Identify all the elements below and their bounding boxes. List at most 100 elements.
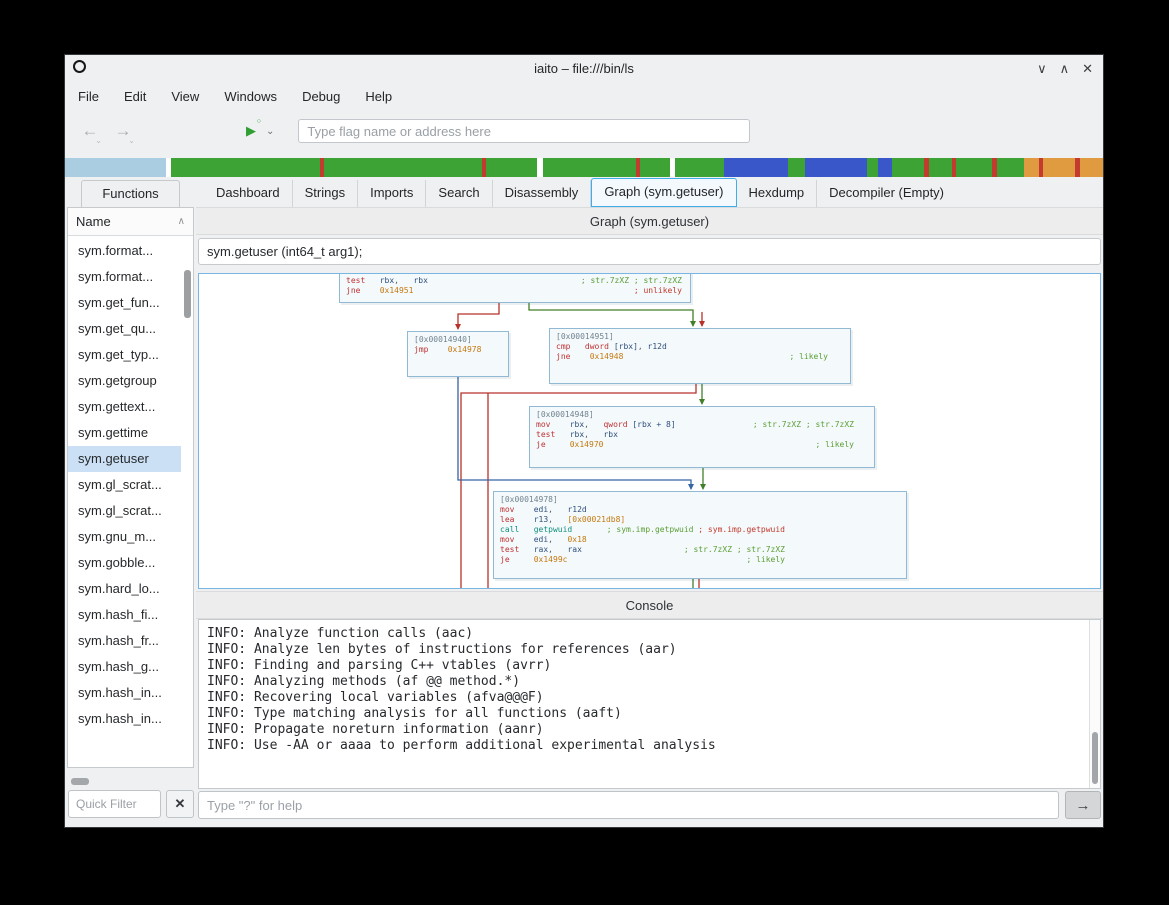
graph-panel-header: Graph (sym.getuser) bbox=[196, 207, 1103, 235]
function-item[interactable]: sym.getuser bbox=[68, 446, 181, 472]
graph-stage[interactable]: test rbx, rbx; str.7zXZ ; str.7zXZjne 0x… bbox=[198, 273, 1101, 589]
console-scrollbar-thumb[interactable] bbox=[1092, 732, 1098, 784]
memory-segment[interactable] bbox=[1080, 158, 1103, 177]
function-item[interactable]: sym.hash_g... bbox=[68, 654, 181, 680]
asm-line: cmp dword [rbx], r12d bbox=[556, 342, 844, 352]
asm-line: jne 0x14948; likely bbox=[556, 352, 844, 362]
function-item[interactable]: sym.gl_scrat... bbox=[68, 498, 181, 524]
graph-block[interactable]: [0x00014940]jmp 0x14978 bbox=[407, 331, 509, 377]
app-window: iaito – file:///bin/ls ∨ ∧ ✕ File Edit Vie… bbox=[65, 55, 1103, 827]
window-title: iaito – file:///bin/ls bbox=[65, 61, 1103, 76]
memory-segment[interactable] bbox=[324, 158, 481, 177]
sidebar: Functions Name ∧ sym.format...sym.format… bbox=[65, 177, 196, 827]
memory-map-strip[interactable] bbox=[65, 158, 1103, 177]
console-scrollbar[interactable] bbox=[1089, 620, 1100, 788]
function-item[interactable]: sym.hash_in... bbox=[68, 680, 181, 706]
chevron-down-icon: ⌄ bbox=[95, 136, 102, 145]
memory-segment[interactable] bbox=[640, 158, 670, 177]
forward-button[interactable]: →⌄ bbox=[113, 121, 133, 141]
menu-edit[interactable]: Edit bbox=[122, 86, 148, 107]
function-item[interactable]: sym.hash_in... bbox=[68, 706, 181, 732]
tab[interactable]: Hexdump bbox=[737, 180, 818, 207]
graph-block[interactable]: [0x00014978]mov edi, r12dlea r13, [0x000… bbox=[493, 491, 907, 579]
titlebar[interactable]: iaito – file:///bin/ls ∨ ∧ ✕ bbox=[65, 55, 1103, 81]
tab[interactable]: Dashboard bbox=[204, 180, 293, 207]
memory-segment[interactable] bbox=[1043, 158, 1075, 177]
menu-file[interactable]: File bbox=[76, 86, 101, 107]
memory-segment[interactable] bbox=[486, 158, 537, 177]
function-item[interactable]: sym.gettime bbox=[68, 420, 181, 446]
tab[interactable]: Graph (sym.getuser) bbox=[591, 178, 736, 207]
function-item[interactable]: sym.getgroup bbox=[68, 368, 181, 394]
menu-debug[interactable]: Debug bbox=[300, 86, 342, 107]
filter-close-button[interactable]: ✕ bbox=[166, 790, 194, 818]
function-item[interactable]: sym.get_qu... bbox=[68, 316, 181, 342]
graph-edge-arrowhead bbox=[690, 321, 696, 327]
graph-edge-arrowhead bbox=[699, 321, 705, 327]
address-search-input[interactable] bbox=[298, 119, 750, 143]
tab[interactable]: Disassembly bbox=[493, 180, 592, 207]
function-item[interactable]: sym.hash_fr... bbox=[68, 628, 181, 654]
tab[interactable]: Search bbox=[426, 180, 492, 207]
main-tabs: DashboardStringsImportsSearchDisassembly… bbox=[196, 177, 1103, 207]
desktop: iaito – file:///bin/ls ∨ ∧ ✕ File Edit Vie… bbox=[0, 0, 1169, 905]
arrow-right-icon: → bbox=[1076, 797, 1091, 814]
name-column-header[interactable]: Name ∧ bbox=[68, 208, 193, 236]
block-address-label: [0x00014951] bbox=[556, 332, 844, 342]
console-line: INFO: Type matching analysis for all fun… bbox=[207, 706, 1082, 722]
block-address-label: [0x00014940] bbox=[414, 335, 502, 345]
memory-segment[interactable] bbox=[543, 158, 637, 177]
quick-filter-input[interactable] bbox=[68, 790, 161, 818]
tab[interactable]: Strings bbox=[293, 180, 358, 207]
memory-segment[interactable] bbox=[675, 158, 724, 177]
asm-line: call getpwuid; sym.imp.getpwuid ; sym.im… bbox=[500, 525, 900, 535]
memory-segment[interactable] bbox=[878, 158, 893, 177]
memory-segment[interactable] bbox=[805, 158, 867, 177]
asm-line: mov edi, 0x18 bbox=[500, 535, 900, 545]
run-options-chevron-icon[interactable]: ⌄ bbox=[266, 126, 274, 137]
console-input[interactable] bbox=[198, 791, 1059, 819]
memory-segment[interactable] bbox=[171, 158, 320, 177]
menu-windows[interactable]: Windows bbox=[222, 86, 279, 107]
minimize-button[interactable]: ∨ bbox=[1037, 62, 1047, 75]
console-line: INFO: Use -AA or aaaa to perform additio… bbox=[207, 738, 1082, 754]
asm-line: mov rbx, qword [rbx + 8]; str.7zXZ ; str… bbox=[536, 420, 868, 430]
function-item[interactable]: sym.gobble... bbox=[68, 550, 181, 576]
function-item[interactable]: sym.get_fun... bbox=[68, 290, 181, 316]
content: Functions Name ∧ sym.format...sym.format… bbox=[65, 177, 1103, 827]
function-item[interactable]: sym.gnu_m... bbox=[68, 524, 181, 550]
graph-block[interactable]: [0x00014951]cmp dword [rbx], r12djne 0x1… bbox=[549, 328, 851, 384]
memory-segment[interactable] bbox=[867, 158, 878, 177]
horizontal-scrollbar[interactable] bbox=[71, 778, 89, 785]
graph-block[interactable]: test rbx, rbx; str.7zXZ ; str.7zXZjne 0x… bbox=[339, 273, 691, 303]
function-item[interactable]: sym.format... bbox=[68, 264, 181, 290]
function-item[interactable]: sym.format... bbox=[68, 238, 181, 264]
tab[interactable]: Decompiler (Empty) bbox=[817, 180, 956, 207]
function-item[interactable]: sym.gl_scrat... bbox=[68, 472, 181, 498]
memory-segment[interactable] bbox=[724, 158, 788, 177]
close-button[interactable]: ✕ bbox=[1082, 62, 1093, 75]
console-submit-button[interactable]: → bbox=[1065, 791, 1101, 819]
back-button[interactable]: ←⌄ bbox=[80, 121, 100, 141]
memory-segment[interactable] bbox=[1024, 158, 1039, 177]
memory-segment[interactable] bbox=[956, 158, 992, 177]
memory-segment[interactable] bbox=[997, 158, 1025, 177]
menu-view[interactable]: View bbox=[169, 86, 201, 107]
function-item[interactable]: sym.get_typ... bbox=[68, 342, 181, 368]
memory-segment[interactable] bbox=[892, 158, 924, 177]
memory-segment[interactable] bbox=[65, 158, 166, 177]
function-list-scrollbar[interactable] bbox=[184, 270, 191, 318]
maximize-button[interactable]: ∧ bbox=[1060, 62, 1070, 75]
graph-block[interactable]: [0x00014948]mov rbx, qword [rbx + 8]; st… bbox=[529, 406, 875, 468]
menu-help[interactable]: Help bbox=[363, 86, 394, 107]
chevron-down-icon: ⌄ bbox=[128, 136, 135, 145]
function-item[interactable]: sym.hash_fi... bbox=[68, 602, 181, 628]
tab[interactable]: Imports bbox=[358, 180, 426, 207]
run-button[interactable]: ▶○ bbox=[246, 123, 256, 139]
memory-segment[interactable] bbox=[929, 158, 952, 177]
tab-functions[interactable]: Functions bbox=[81, 180, 179, 207]
memory-segment[interactable] bbox=[788, 158, 805, 177]
function-item[interactable]: sym.hard_lo... bbox=[68, 576, 181, 602]
function-item[interactable]: sym.gettext... bbox=[68, 394, 181, 420]
graph-edge-arrowhead bbox=[699, 399, 705, 405]
